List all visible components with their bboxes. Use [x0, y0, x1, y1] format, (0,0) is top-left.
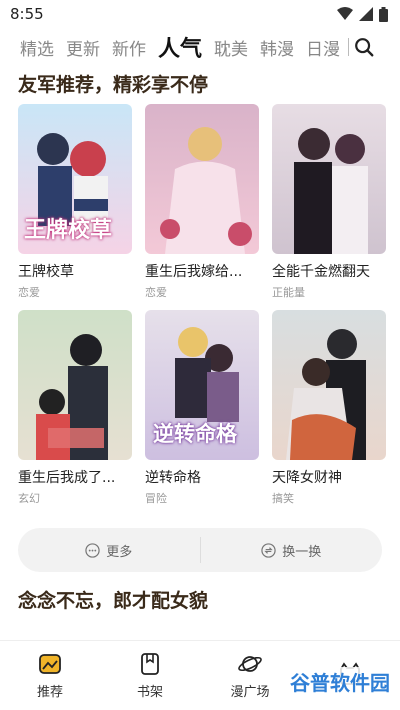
refresh-icon	[261, 542, 276, 558]
comic-tag: 冒险	[145, 492, 167, 505]
nav-item-bookshelf[interactable]: 书架	[100, 641, 200, 710]
comic-tag: 搞笑	[272, 492, 294, 505]
cover-title-text: 王牌校草	[24, 218, 113, 243]
more-button[interactable]: 更多	[18, 541, 200, 560]
status-bar: 8:55	[0, 0, 400, 28]
comic-title[interactable]: 重生后我嫁给...	[145, 261, 259, 281]
comic-title[interactable]: 王牌校草	[18, 261, 132, 281]
more-icon	[85, 542, 100, 558]
comic-card[interactable]: 王牌校草 王牌校草 恋爱	[18, 104, 132, 300]
comic-tag: 恋爱	[18, 286, 40, 299]
recommend-icon	[39, 654, 61, 674]
tab-korean[interactable]: 韩漫	[260, 35, 294, 60]
signal-icon	[359, 7, 373, 21]
planet-icon	[238, 656, 262, 672]
search-icon[interactable]	[353, 36, 375, 58]
status-icons	[337, 6, 388, 22]
section-title-romance: 念念不忘，郎才配女貌	[18, 590, 209, 612]
tab-divider	[348, 38, 350, 56]
watermark: 谷普软件园	[290, 667, 390, 696]
section-title-recommend: 友军推荐，精彩享不停	[18, 74, 209, 96]
comic-cover[interactable]	[272, 310, 386, 460]
comic-card[interactable]: 重生后我嫁给... 恋爱	[145, 104, 259, 300]
comic-title[interactable]: 重生后我成了...	[18, 467, 132, 487]
comic-card[interactable]: 重生后我成了... 玄幻	[18, 310, 132, 506]
wifi-icon	[337, 7, 353, 20]
action-bar: 更多 换一换	[18, 528, 382, 572]
status-time: 8:55	[10, 5, 44, 23]
tab-new[interactable]: 新作	[112, 35, 146, 60]
tab-featured[interactable]: 精选	[20, 35, 54, 60]
comic-tag: 玄幻	[18, 492, 40, 505]
comic-title[interactable]: 天降女财神	[272, 467, 386, 487]
comic-card[interactable]: 天降女财神 搞笑	[272, 310, 386, 506]
comic-cover[interactable]	[18, 310, 132, 460]
tab-japanese[interactable]: 日漫	[306, 35, 340, 60]
comic-card[interactable]: 逆转命格 逆转命格 冒险	[145, 310, 259, 506]
comic-cover[interactable]	[272, 104, 386, 254]
refresh-button[interactable]: 换一换	[201, 541, 383, 560]
nav-label: 漫广场	[230, 685, 270, 700]
comic-tag: 正能量	[272, 286, 305, 299]
comic-title[interactable]: 全能千金燃翻天	[272, 261, 386, 281]
nav-item-plaza[interactable]: 漫广场	[200, 641, 300, 710]
nav-label: 推荐	[36, 685, 63, 700]
nav-label: 书架	[136, 685, 163, 700]
comic-tag: 恋爱	[145, 286, 167, 299]
comic-card[interactable]: 全能千金燃翻天 正能量	[272, 104, 386, 300]
comic-grid: 王牌校草 王牌校草 恋爱 重生后我嫁给... 恋爱 全能千金燃翻天 正能量 重生…	[0, 104, 400, 506]
comic-title[interactable]: 逆转命格	[145, 467, 259, 487]
comic-cover[interactable]: 王牌校草	[18, 104, 132, 254]
category-tabs: 精选 更新 新作 人气 耽美 韩漫 日漫	[0, 28, 400, 66]
tab-bl[interactable]: 耽美	[214, 35, 248, 60]
tab-updated[interactable]: 更新	[66, 35, 100, 60]
more-label: 更多	[106, 544, 133, 560]
nav-item-recommend[interactable]: 推荐	[0, 641, 100, 710]
comic-cover[interactable]	[145, 104, 259, 254]
bookshelf-icon	[141, 653, 159, 675]
comic-cover[interactable]: 逆转命格	[145, 310, 259, 460]
tab-popular[interactable]: 人气	[158, 31, 202, 63]
cover-title-text: 逆转命格	[153, 422, 237, 446]
refresh-label: 换一换	[282, 544, 322, 560]
battery-icon	[379, 6, 388, 22]
